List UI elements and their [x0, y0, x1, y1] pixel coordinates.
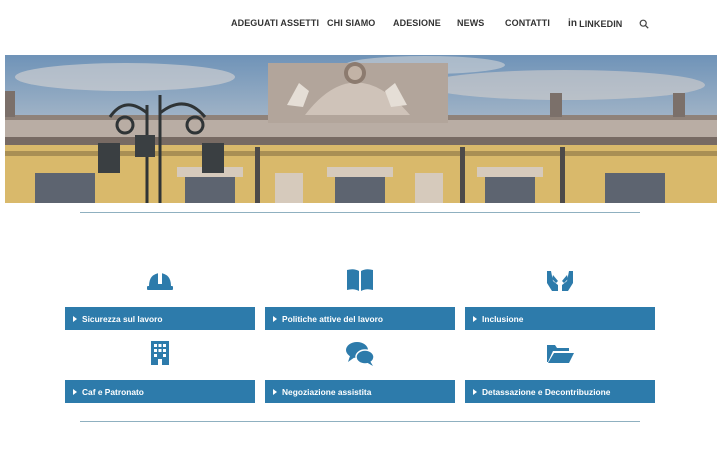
service-label: Caf e Patronato [82, 386, 144, 397]
service-label: Politiche attive del lavoro [282, 313, 383, 324]
caret-right-icon [273, 388, 277, 395]
helping-hands-icon [547, 271, 573, 291]
service-politiche-attive-del-lavoro[interactable]: Politiche attive del lavoro [265, 307, 455, 330]
top-navigation: ADEGUATI ASSETTI CHI SIAMO ADESIONE NEWS… [0, 0, 720, 54]
caret-right-icon [273, 315, 277, 322]
service-label: Sicurezza sul lavoro [82, 313, 163, 324]
caret-right-icon [473, 315, 477, 322]
nav-linkedin[interactable]: in LINKEDIN [568, 18, 622, 29]
hard-hat-icon [147, 271, 173, 290]
service-label: Inclusione [482, 313, 524, 324]
nav-linkedin-label: LINKEDIN [579, 18, 623, 29]
top-divider [80, 212, 640, 213]
service-detassazione-e-decontribuzione[interactable]: Detassazione e Decontribuzione [465, 380, 655, 403]
service-sicurezza-sul-lavoro[interactable]: Sicurezza sul lavoro [65, 307, 255, 330]
open-book-icon [347, 269, 373, 291]
hero-banner-image [5, 55, 717, 203]
nav-news[interactable]: NEWS [457, 18, 484, 28]
open-folder-icon [547, 345, 574, 363]
nav-adeguati-assetti[interactable]: ADEGUATI ASSETTI [231, 18, 319, 28]
service-label: Detassazione e Decontribuzione [482, 386, 611, 397]
service-negoziazione-assistita[interactable]: Negoziazione assistita [265, 380, 455, 403]
service-label: Negoziazione assistita [282, 386, 372, 397]
search-icon[interactable] [639, 19, 649, 29]
caret-right-icon [73, 388, 77, 395]
caret-right-icon [473, 388, 477, 395]
bottom-divider [80, 421, 640, 422]
service-caf-e-patronato[interactable]: Caf e Patronato [65, 380, 255, 403]
linkedin-icon: in [568, 18, 578, 29]
nav-adesione[interactable]: ADESIONE [393, 18, 441, 28]
nav-chi-siamo[interactable]: CHI SIAMO [327, 18, 375, 28]
nav-contatti[interactable]: CONTATTI [505, 18, 550, 28]
service-inclusione[interactable]: Inclusione [465, 307, 655, 330]
office-building-icon [151, 341, 169, 365]
chat-bubbles-icon [346, 342, 375, 366]
caret-right-icon [73, 315, 77, 322]
